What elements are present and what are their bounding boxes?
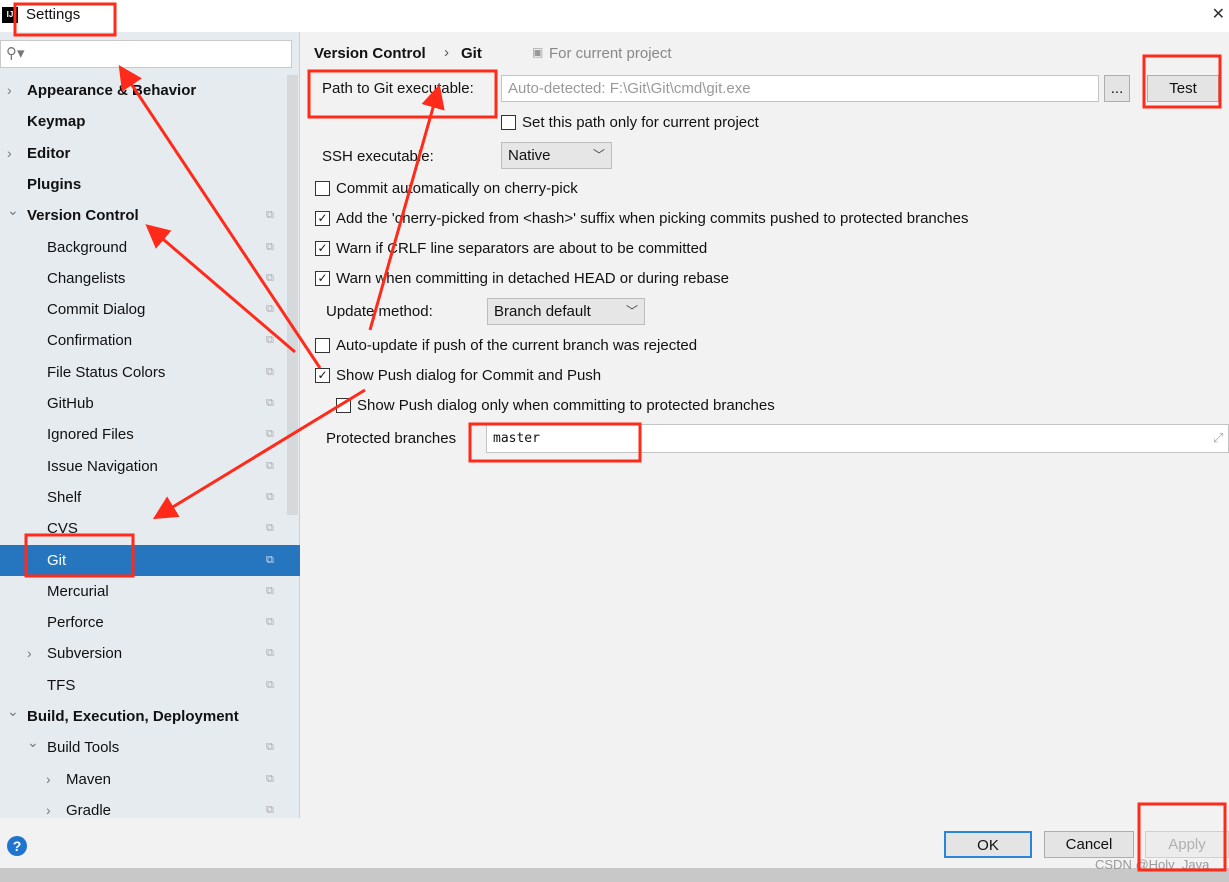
annotation-box-path	[307, 69, 498, 119]
annotation-box-apply	[1137, 802, 1227, 872]
annotation-overlay	[13, 2, 1227, 872]
annotation-arrow-path	[368, 84, 445, 331]
annotation-arrow-version-control	[145, 224, 296, 354]
annotation-box-title	[13, 2, 117, 37]
annotation-box-protected	[468, 422, 642, 463]
annotation-box-git	[24, 533, 135, 578]
annotation-arrow-search	[118, 65, 322, 369]
annotation-arrow-git	[152, 388, 366, 520]
annotation-box-test	[1142, 54, 1222, 109]
